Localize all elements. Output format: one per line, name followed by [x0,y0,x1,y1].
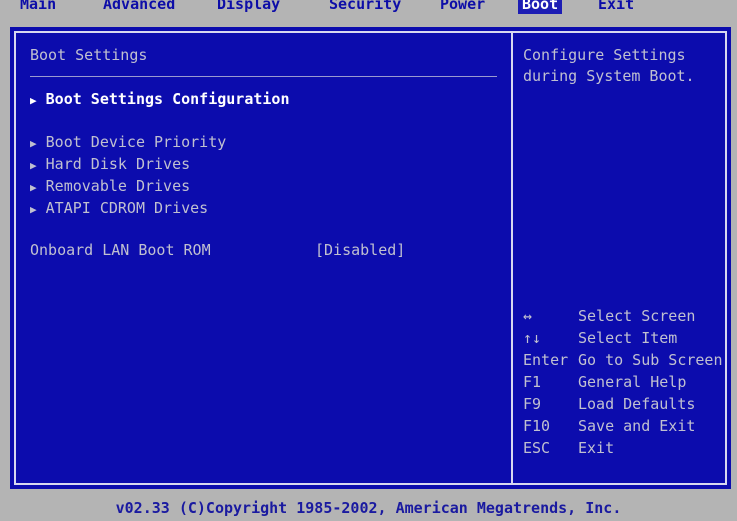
menu-item-boot-settings-configuration[interactable]: ▶ Boot Settings Configuration [30,90,290,110]
title-underline [30,76,497,77]
menu-item-atapi-cdrom-drives[interactable]: ▶ ATAPI CDROM Drives [30,199,208,219]
triangle-right-icon: ▶ [30,159,37,172]
left-right-arrow-icon: ↔ [523,307,533,325]
panel-divider [511,33,513,483]
key-name: F9 [523,395,542,413]
tab-exit[interactable]: Exit [598,0,634,14]
triangle-right-icon: ▶ [30,203,37,216]
onboard-lan-boot-rom-value[interactable]: [Disabled] [315,241,405,259]
triangle-right-icon: ▶ [30,94,37,107]
tab-boot[interactable]: Boot [518,0,563,14]
key-name: Enter [523,351,569,369]
triangle-right-icon: ▶ [30,181,37,194]
menu-item-removable-drives[interactable]: ▶ Removable Drives [30,177,190,197]
help-text-line-1: Configure Settings [523,46,686,64]
key-description: Go to Sub Screen [578,351,723,369]
onboard-lan-boot-rom-label: Onboard LAN Boot ROM [30,241,211,259]
menu-item-label: Hard Disk Drives [45,155,191,173]
key-description: Exit [578,439,615,457]
key-description: Select Screen [578,307,696,325]
menu-item-label: ATAPI CDROM Drives [45,199,209,217]
copyright-footer: v02.33 (C)Copyright 1985-2002, American … [115,499,622,517]
menu-item-boot-device-priority[interactable]: ▶ Boot Device Priority [30,133,226,153]
menu-bar: Main Advanced Display Security Power Boo… [0,0,737,14]
panel-title: Boot Settings [30,46,148,64]
tab-main[interactable]: Main [20,0,56,14]
key-description: Save and Exit [578,417,696,435]
menu-item-label: Boot Settings Configuration [45,90,290,108]
key-description: General Help [578,373,687,391]
bios-screen: Boot Settings ▶ Boot Settings Configurat… [10,27,731,489]
screen-frame: Boot Settings ▶ Boot Settings Configurat… [14,31,727,485]
tab-security[interactable]: Security [329,0,401,14]
key-description: Select Item [578,329,678,347]
key-description: Load Defaults [578,395,696,413]
key-name: F10 [523,417,551,435]
menu-item-hard-disk-drives[interactable]: ▶ Hard Disk Drives [30,155,190,175]
tab-advanced[interactable]: Advanced [103,0,175,14]
key-name: F1 [523,373,542,391]
menu-item-label: Removable Drives [45,177,191,195]
menu-item-label: Boot Device Priority [45,133,227,151]
up-down-arrow-icon: ↑↓ [523,329,542,347]
help-text-line-2: during System Boot. [523,67,695,85]
tab-display[interactable]: Display [217,0,280,14]
triangle-right-icon: ▶ [30,137,37,150]
tab-power[interactable]: Power [440,0,485,14]
key-name: ESC [523,439,551,457]
